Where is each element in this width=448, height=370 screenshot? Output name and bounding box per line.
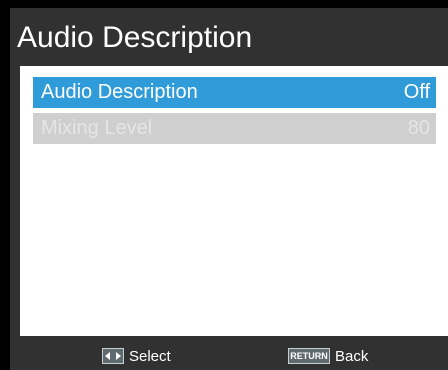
back-hint: RETURN Back <box>288 346 368 366</box>
menu-item-label: Audio Description <box>41 81 198 103</box>
back-hint-label: Back <box>335 347 369 365</box>
footer-hints: Select RETURN Back <box>20 336 448 370</box>
menu-item-value: 80 <box>407 117 430 139</box>
return-key-icon: RETURN <box>288 348 330 364</box>
menu-area: Audio Description Off Mixing Level 80 <box>20 66 448 336</box>
page-title: Audio Description <box>17 21 253 54</box>
menu-item-label: Mixing Level <box>41 117 153 139</box>
left-right-arrows-icon <box>102 348 124 364</box>
menu-item-mixing-level: Mixing Level 80 <box>33 113 436 144</box>
select-hint: Select <box>102 346 171 366</box>
select-hint-label: Select <box>129 347 171 365</box>
menu-item-value: Off <box>403 81 430 103</box>
menu-item-audio-description[interactable]: Audio Description Off <box>33 77 436 108</box>
